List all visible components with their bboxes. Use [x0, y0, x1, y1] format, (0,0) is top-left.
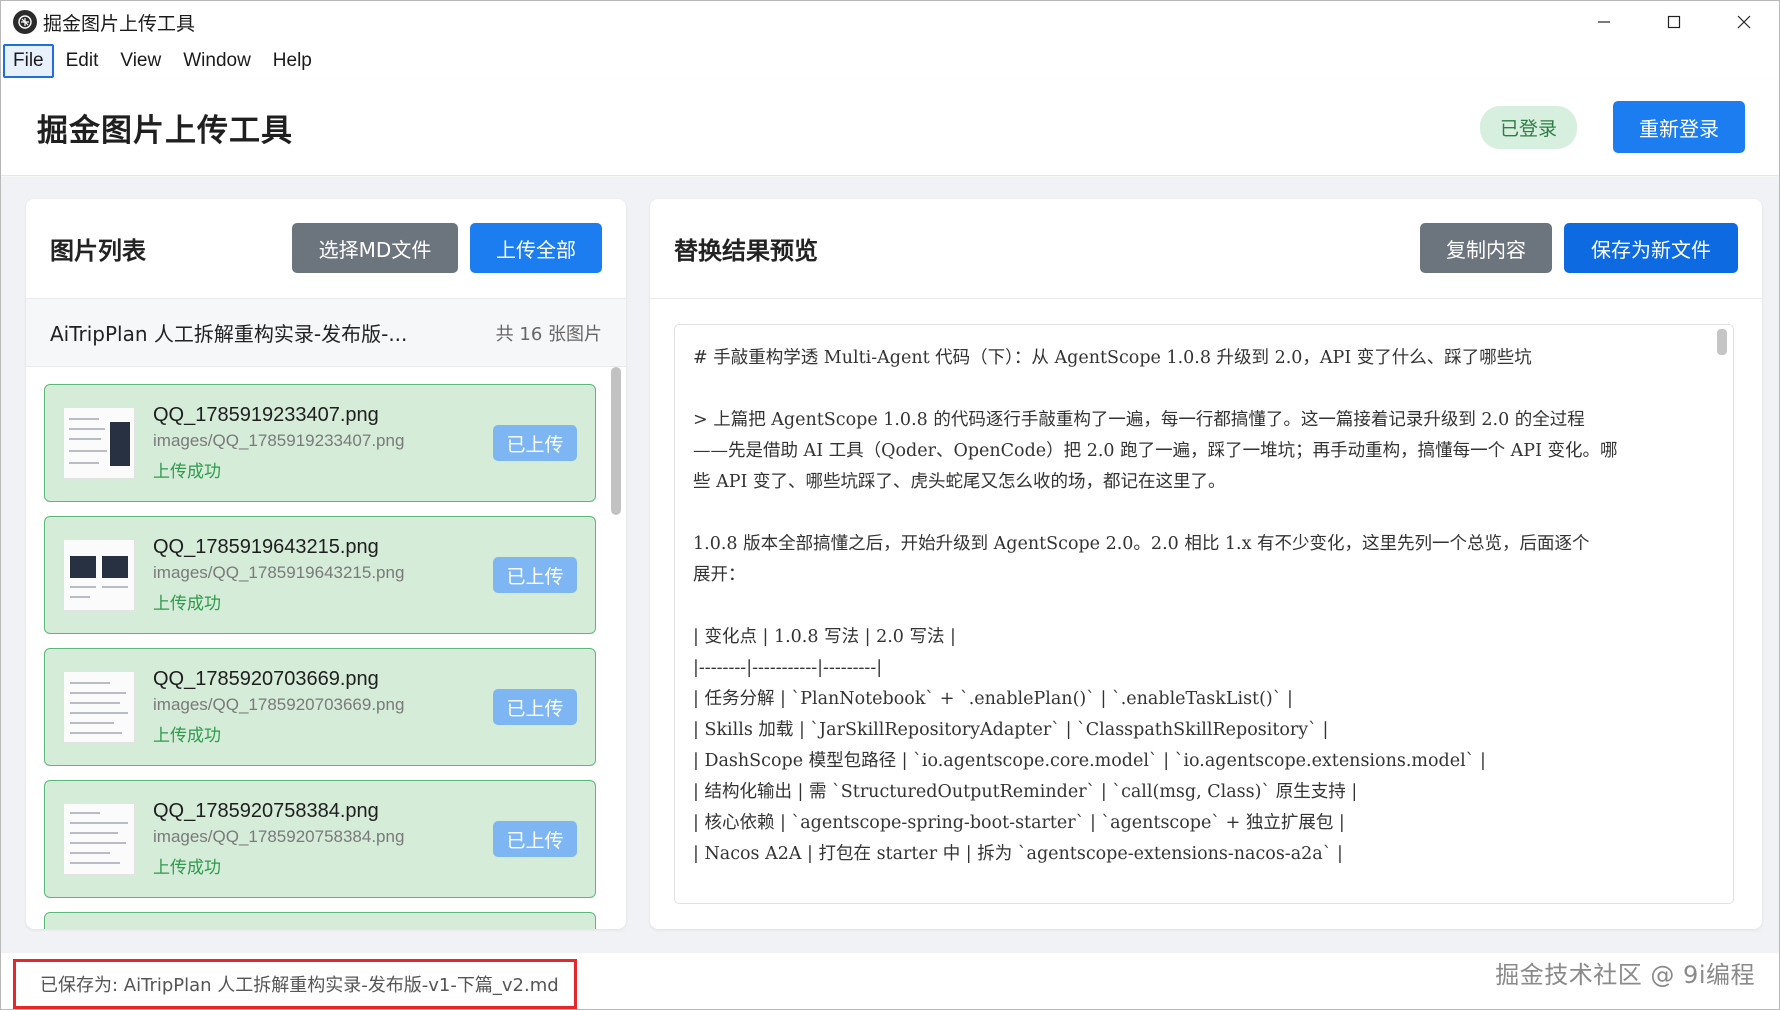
upload-status: 上传成功	[153, 594, 221, 614]
image-list-item[interactable]	[44, 912, 596, 929]
preview-line: ——先是借助 AI 工具（Qoder、OpenCode）把 2.0 跑了一遍，踩…	[693, 441, 1618, 461]
image-count: 共 16 张图片	[495, 323, 602, 345]
preview-line: > 上篇把 AgentScope 1.0.8 的代码逐行手敲重构了一遍，每一行都…	[693, 410, 1585, 430]
image-info: QQ_1785920758384.png images/QQ_178592075…	[153, 800, 404, 878]
app-window: 掘金图片上传工具 File Edit View Window Help 掘金图片…	[0, 0, 1780, 1010]
preview-line: 展开：	[693, 565, 746, 585]
image-path: images/QQ_1785920703669.png	[153, 695, 405, 714]
preview-heading: # 手敲重构学透 Multi-Agent 代码（下）：从 AgentScope …	[693, 348, 1532, 368]
preview-scrollbar[interactable]	[1717, 329, 1727, 355]
image-thumbnail	[63, 671, 135, 743]
preview-textarea[interactable]: # 手敲重构学透 Multi-Agent 代码（下）：从 AgentScope …	[674, 324, 1734, 904]
image-list-item[interactable]: QQ_1785920758384.png images/QQ_178592075…	[44, 780, 596, 898]
image-list-scrollbar[interactable]	[611, 367, 621, 515]
uploaded-button[interactable]: 已上传	[493, 821, 577, 857]
upload-status: 上传成功	[153, 462, 221, 482]
relogin-button[interactable]: 重新登录	[1613, 101, 1745, 153]
preview-table-row: | 结构化输出 | 需 `StructuredOutputReminder` |…	[693, 782, 1358, 802]
upload-status: 上传成功	[153, 858, 221, 878]
preview-actions: 复制内容 保存为新文件	[1408, 223, 1738, 273]
window-controls	[1569, 1, 1779, 43]
menu-window[interactable]: Window	[173, 44, 261, 78]
window-title: 掘金图片上传工具	[43, 12, 196, 35]
maximize-icon	[1667, 15, 1681, 29]
preview-table-row: | Skills 加载 | `JarSkillRepositoryAdapter…	[693, 720, 1329, 740]
preview-title: 替换结果预览	[674, 237, 818, 265]
minimize-icon	[1598, 21, 1610, 23]
menu-help[interactable]: Help	[263, 44, 322, 78]
preview-table-row: | DashScope 模型包路径 | `io.agentscope.core.…	[693, 751, 1486, 771]
close-button[interactable]	[1709, 1, 1779, 43]
preview-table-row: | 任务分解 | `PlanNotebook` + `.enablePlan()…	[693, 689, 1293, 709]
image-path: images/QQ_1785920758384.png	[153, 827, 405, 846]
login-status-badge: 已登录	[1479, 105, 1577, 149]
image-list-item[interactable]: QQ_1785920703669.png images/QQ_178592070…	[44, 648, 596, 766]
image-list-item[interactable]: QQ_1785919643215.png images/QQ_178591964…	[44, 516, 596, 634]
image-list-header: 图片列表 选择MD文件 上传全部	[26, 199, 626, 299]
preview-table: | 变化点 | 1.0.8 写法 | 2.0 写法 | |--------|--…	[693, 622, 1713, 870]
header-actions: 已登录 重新登录	[1479, 101, 1745, 153]
minimize-button[interactable]	[1569, 1, 1639, 43]
preview-panel: 替换结果预览 复制内容 保存为新文件 # 手敲重构学透 Multi-Agent …	[650, 199, 1762, 929]
image-thumbnail	[63, 407, 135, 479]
uploaded-button[interactable]: 已上传	[493, 425, 577, 461]
image-name: QQ_1785919233407.png	[153, 404, 379, 426]
preview-line: 1.0.8 版本全部搞懂之后，开始升级到 AgentScope 2.0。2.0 …	[693, 534, 1590, 554]
title-bar[interactable]: 掘金图片上传工具	[1, 1, 1779, 43]
image-thumbnail	[63, 539, 135, 611]
uploaded-button[interactable]: 已上传	[493, 557, 577, 593]
selected-file-bar: AiTripPlan 人工拆解重构实录-发布版-... 共 16 张图片	[26, 299, 626, 367]
image-name: QQ_1785920703669.png	[153, 668, 379, 690]
image-info: QQ_1785919643215.png images/QQ_178591964…	[153, 536, 404, 614]
selected-file-name: AiTripPlan 人工拆解重构实录-发布版-...	[50, 322, 408, 346]
close-icon	[1737, 15, 1751, 29]
select-md-button[interactable]: 选择MD文件	[292, 223, 458, 273]
status-bar: 已保存为: AiTripPlan 人工拆解重构实录-发布版-v1-下篇_v2.m…	[1, 953, 1779, 1009]
saved-file-message: 已保存为: AiTripPlan 人工拆解重构实录-发布版-v1-下篇_v2.m…	[13, 959, 577, 1009]
upload-status: 上传成功	[153, 726, 221, 746]
preview-table-row: | Nacos A2A | 打包在 starter 中 | 拆为 `agents…	[693, 844, 1343, 864]
image-list-actions: 选择MD文件 上传全部	[280, 223, 602, 273]
preview-intro: 1.0.8 版本全部搞懂之后，开始升级到 AgentScope 2.0。2.0 …	[693, 529, 1713, 591]
upload-all-button[interactable]: 上传全部	[470, 223, 602, 273]
app-logo-icon	[13, 10, 37, 34]
save-new-file-button[interactable]: 保存为新文件	[1564, 223, 1738, 273]
uploaded-button[interactable]: 已上传	[493, 689, 577, 725]
menu-file[interactable]: File	[3, 44, 54, 78]
menu-view[interactable]: View	[110, 44, 171, 78]
image-name: QQ_1785920758384.png	[153, 800, 379, 822]
preview-header: 替换结果预览 复制内容 保存为新文件	[650, 199, 1762, 299]
image-thumbnail	[63, 803, 135, 875]
maximize-button[interactable]	[1639, 1, 1709, 43]
preview-table-row: | 核心依赖 | `agentscope-spring-boot-starter…	[693, 813, 1345, 833]
watermark-text: 掘金技术社区 @ 9i编程	[1495, 961, 1755, 989]
page-title: 掘金图片上传工具	[37, 112, 293, 149]
app-header: 掘金图片上传工具 已登录 重新登录	[1, 79, 1779, 176]
image-list-item[interactable]: QQ_1785919233407.png images/QQ_178591923…	[44, 384, 596, 502]
image-list-title: 图片列表	[50, 237, 146, 265]
menu-edit[interactable]: Edit	[56, 44, 109, 78]
image-list-panel: 图片列表 选择MD文件 上传全部 AiTripPlan 人工拆解重构实录-发布版…	[26, 199, 626, 929]
image-name: QQ_1785919643215.png	[153, 536, 379, 558]
image-list[interactable]: QQ_1785919233407.png images/QQ_178591923…	[26, 367, 626, 929]
preview-table-row: | 变化点 | 1.0.8 写法 | 2.0 写法 |	[693, 627, 956, 647]
preview-table-row: |--------|-----------|---------|	[693, 658, 883, 678]
image-path: images/QQ_1785919643215.png	[153, 563, 405, 582]
copy-content-button[interactable]: 复制内容	[1420, 223, 1552, 273]
image-path: images/QQ_1785919233407.png	[153, 431, 405, 450]
image-info: QQ_1785919233407.png images/QQ_178591923…	[153, 404, 404, 482]
main-area: 图片列表 选择MD文件 上传全部 AiTripPlan 人工拆解重构实录-发布版…	[1, 177, 1779, 953]
preview-quote: > 上篇把 AgentScope 1.0.8 的代码逐行手敲重构了一遍，每一行都…	[693, 405, 1713, 498]
preview-content: # 手敲重构学透 Multi-Agent 代码（下）：从 AgentScope …	[675, 325, 1733, 870]
menu-bar: File Edit View Window Help	[1, 43, 1779, 79]
image-info: QQ_1785920703669.png images/QQ_178592070…	[153, 668, 404, 746]
preview-line: 些 API 变了、哪些坑踩了、虎头蛇尾又怎么收的场，都记在这里了。	[693, 472, 1226, 492]
